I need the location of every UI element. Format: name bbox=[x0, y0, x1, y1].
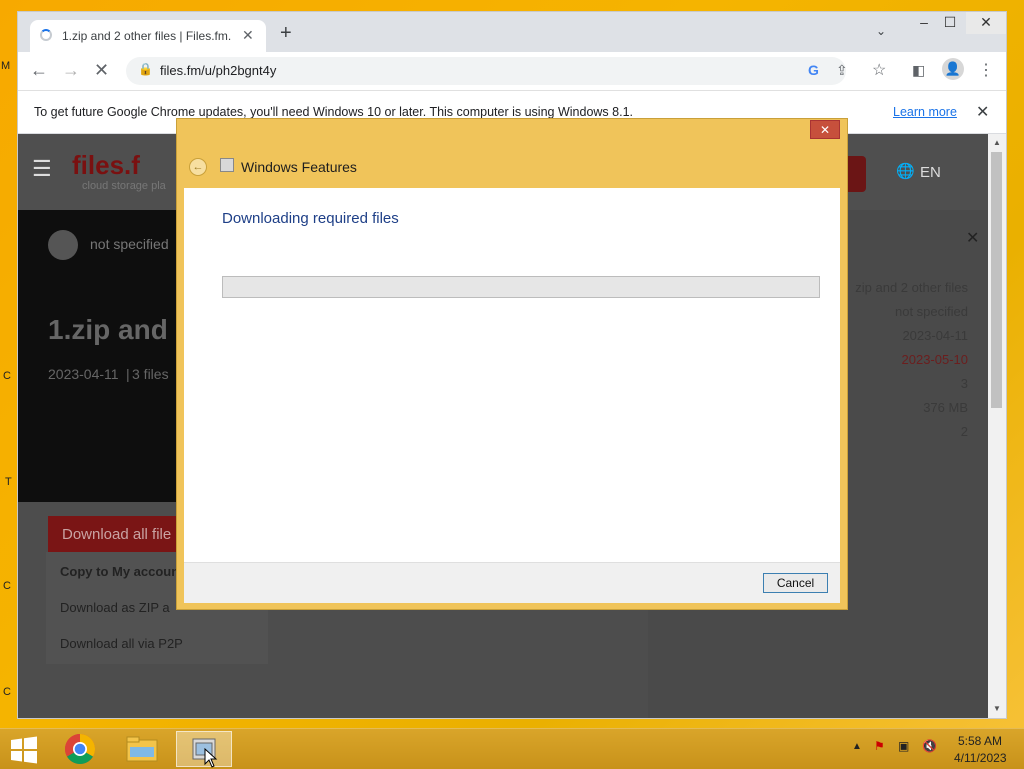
info-file-count: 3 bbox=[960, 376, 968, 391]
site-logo[interactable]: files.f bbox=[72, 150, 140, 181]
scroll-thumb[interactable] bbox=[991, 152, 1002, 408]
windows-features-dialog: ✕ ← Windows Features Downloading require… bbox=[176, 118, 848, 610]
tab-strip: 1.zip and 2 other files | Files.fm. ✕ + … bbox=[18, 12, 1006, 52]
download-all-label: Download all file bbox=[62, 526, 172, 543]
infobar-message: To get future Google Chrome updates, you… bbox=[34, 105, 633, 119]
side-panel-icon[interactable]: ◧ bbox=[912, 62, 925, 79]
forward-icon[interactable]: → bbox=[62, 60, 80, 81]
info-expiry-date: 2023-05-10 bbox=[901, 352, 969, 367]
dialog-close-button[interactable]: ✕ bbox=[810, 120, 840, 139]
desktop-icon-label: C bbox=[3, 686, 11, 698]
tab-search-icon[interactable]: ⌄ bbox=[876, 24, 886, 38]
dialog-body: Downloading required files bbox=[184, 188, 840, 562]
info-file-name: zip and 2 other files bbox=[855, 280, 968, 295]
info-uploader: not specified bbox=[895, 304, 968, 319]
page-scrollbar[interactable]: ▲ ▼ bbox=[988, 134, 1006, 718]
back-icon[interactable]: ← bbox=[30, 60, 48, 81]
browser-tab[interactable]: 1.zip and 2 other files | Files.fm. ✕ bbox=[30, 20, 266, 52]
taskbar-chrome[interactable] bbox=[52, 731, 108, 767]
desktop-icon-label: C bbox=[3, 580, 11, 592]
page-title: 1.zip and bbox=[48, 314, 168, 345]
menu-icon[interactable]: ⋮ bbox=[978, 60, 994, 80]
new-tab-button[interactable]: + bbox=[280, 22, 292, 45]
menu-copy-to-account[interactable]: Copy to My accoun bbox=[60, 564, 179, 579]
menu-download-p2p[interactable]: Download all via P2P bbox=[60, 636, 183, 651]
back-arrow-icon[interactable]: ← bbox=[189, 158, 207, 176]
info-downloads: 2 bbox=[960, 424, 968, 439]
start-button[interactable] bbox=[0, 731, 48, 767]
stop-icon[interactable]: ✕ bbox=[94, 60, 109, 81]
close-window-button[interactable]: ✕ bbox=[966, 12, 1006, 34]
menu-download-zip[interactable]: Download as ZIP a bbox=[60, 600, 170, 615]
profile-icon[interactable]: 👤 bbox=[942, 58, 964, 80]
share-icon[interactable]: ⇪ bbox=[836, 62, 848, 79]
show-hidden-icons[interactable]: ▲ bbox=[852, 741, 862, 752]
info-size: 376 MB bbox=[923, 400, 968, 415]
taskbar: ▲ ⚑ ▣ 🔇 5:58 AM 4/11/2023 bbox=[0, 728, 1024, 769]
browser-toolbar: ← → ✕ 🔒 files.fm/u/ph2bgnt4y G ⇪ ☆ ◧ 👤 ⋮ bbox=[18, 52, 1006, 90]
google-icon[interactable]: G bbox=[808, 62, 819, 78]
loading-icon bbox=[40, 29, 52, 41]
uploader-name: not specified bbox=[90, 236, 169, 252]
folder-icon bbox=[126, 736, 158, 762]
windows-logo-icon bbox=[11, 736, 37, 764]
learn-more-link[interactable]: Learn more bbox=[893, 105, 957, 119]
address-bar[interactable]: 🔒 files.fm/u/ph2bgnt4y G ⇪ bbox=[126, 57, 848, 85]
dialog-title: Windows Features bbox=[241, 159, 357, 175]
globe-icon[interactable]: 🌐 bbox=[896, 162, 915, 180]
chrome-icon bbox=[64, 734, 96, 765]
info-panel-close-icon[interactable]: ✕ bbox=[966, 228, 979, 248]
site-logo-tagline: cloud storage pla bbox=[82, 180, 166, 192]
lock-icon: 🔒 bbox=[138, 62, 153, 76]
file-count: 3 files bbox=[132, 366, 169, 382]
desktop-icon-label: M bbox=[1, 60, 11, 72]
hamburger-icon[interactable]: ☰ bbox=[32, 156, 52, 182]
scroll-up-icon[interactable]: ▲ bbox=[993, 138, 1001, 147]
action-center-flag-icon[interactable]: ⚑ bbox=[874, 739, 885, 753]
clock-date[interactable]: 4/11/2023 bbox=[954, 751, 1007, 765]
mouse-cursor-icon bbox=[204, 748, 218, 768]
cancel-button[interactable]: Cancel bbox=[763, 573, 828, 593]
info-upload-date: 2023-04-11 bbox=[902, 328, 968, 343]
clock-time[interactable]: 5:58 AM bbox=[958, 734, 1002, 748]
avatar bbox=[48, 230, 78, 260]
minimize-button[interactable]: – bbox=[914, 12, 934, 34]
bookmark-star-icon[interactable]: ☆ bbox=[872, 60, 886, 80]
url-text: files.fm/u/ph2bgnt4y bbox=[160, 63, 277, 78]
scroll-down-icon[interactable]: ▼ bbox=[993, 704, 1001, 713]
desktop-icon-label: C bbox=[3, 370, 11, 382]
volume-muted-icon[interactable]: 🔇 bbox=[922, 739, 937, 753]
dialog-heading: Downloading required files bbox=[222, 210, 399, 227]
dialog-footer: Cancel bbox=[184, 562, 840, 603]
desktop-icon-label: T bbox=[5, 476, 12, 488]
infobar-close-icon[interactable]: ✕ bbox=[976, 102, 989, 122]
meta-separator: | bbox=[126, 366, 130, 382]
tab-title: 1.zip and 2 other files | Files.fm. bbox=[62, 29, 232, 43]
language-selector[interactable]: EN bbox=[920, 164, 941, 181]
download-progress-bar bbox=[222, 276, 820, 298]
network-icon[interactable]: ▣ bbox=[898, 739, 909, 753]
maximize-button[interactable]: ☐ bbox=[940, 12, 960, 34]
upload-date: 2023-04-11 bbox=[48, 366, 119, 382]
tab-close-icon[interactable]: ✕ bbox=[242, 27, 254, 44]
taskbar-file-explorer[interactable] bbox=[114, 731, 170, 767]
windows-features-icon bbox=[220, 158, 234, 172]
